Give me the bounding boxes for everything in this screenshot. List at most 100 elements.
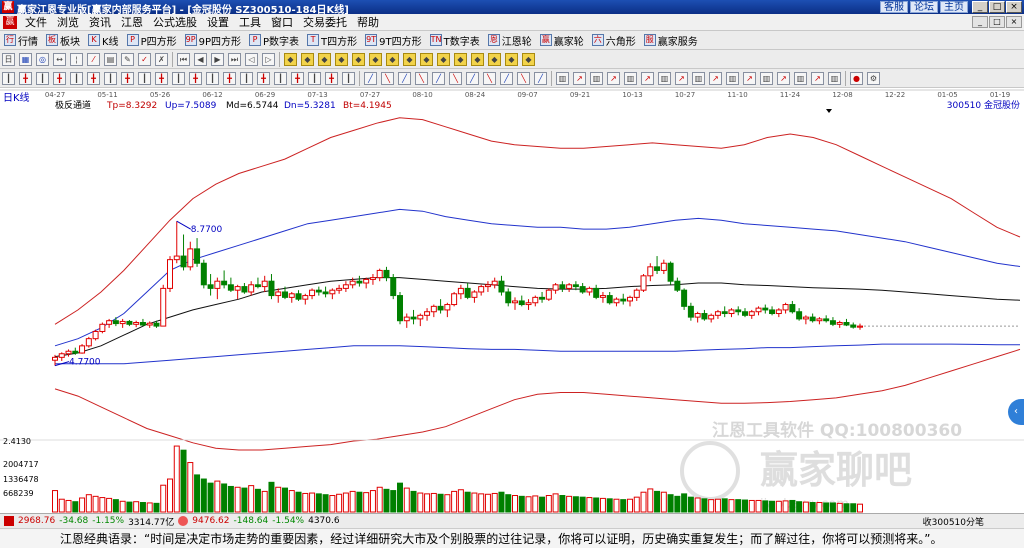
- table-tool-11-icon[interactable]: ▥: [726, 71, 739, 85]
- tb-hexagon-button[interactable]: 六六角形: [588, 32, 640, 49]
- bar-tool-11-icon[interactable]: ┃: [172, 71, 185, 85]
- gann-tool-9-icon[interactable]: ◆: [420, 52, 433, 66]
- tb-kline-button[interactable]: K K线: [84, 32, 123, 49]
- first-page-icon[interactable]: ⏮: [177, 52, 190, 66]
- bar-tool-2-icon[interactable]: ╋: [19, 71, 32, 85]
- forum-link[interactable]: 论坛: [910, 1, 938, 13]
- menu-file[interactable]: 文件: [20, 14, 52, 30]
- step-forward-icon[interactable]: ▷: [262, 52, 275, 66]
- tb-t-table-button[interactable]: TN T数字表: [426, 32, 484, 49]
- menu-formula-picker[interactable]: 公式选股: [148, 14, 202, 30]
- bar-tool-21-icon[interactable]: ┃: [342, 71, 355, 85]
- bar-tool-15-icon[interactable]: ┃: [240, 71, 253, 85]
- trend-tool-11-icon[interactable]: ╱: [534, 71, 547, 85]
- menu-tools[interactable]: 工具: [234, 14, 266, 30]
- maximize-button[interactable]: □: [989, 1, 1005, 13]
- bar-tool-5-icon[interactable]: ┃: [70, 71, 83, 85]
- vertical-line-icon[interactable]: ¦: [70, 52, 83, 66]
- mdi-close-button[interactable]: ×: [1006, 16, 1022, 28]
- table-tool-14-icon[interactable]: ↗: [777, 71, 790, 85]
- table-tool-5-icon[interactable]: ▥: [624, 71, 637, 85]
- table-tool-12-icon[interactable]: ↗: [743, 71, 756, 85]
- gann-tool-11-icon[interactable]: ◆: [454, 52, 467, 66]
- table-tool-9-icon[interactable]: ▥: [692, 71, 705, 85]
- trend-tool-4-icon[interactable]: ╲: [415, 71, 428, 85]
- table-tool-15-icon[interactable]: ▥: [794, 71, 807, 85]
- tick-detail-label[interactable]: 收300510分笔: [923, 515, 984, 528]
- bar-tool-20-icon[interactable]: ╋: [325, 71, 338, 85]
- tb-sector-button[interactable]: 板板块: [42, 32, 84, 49]
- trend-tool-6-icon[interactable]: ╲: [449, 71, 462, 85]
- tb-p-table-button[interactable]: P P数字表: [245, 32, 303, 49]
- bar-tool-16-icon[interactable]: ╋: [257, 71, 270, 85]
- chart-area[interactable]: 04-27 05-11 05-26 06-12 06-29 07-13 07-27 08-10…: [0, 88, 1024, 513]
- gann-tool-13-icon[interactable]: ◆: [488, 52, 501, 66]
- menu-help[interactable]: 帮助: [352, 14, 384, 30]
- settings-tool-icon[interactable]: ⚙: [867, 71, 880, 85]
- gann-tool-2-icon[interactable]: ◆: [301, 52, 314, 66]
- bar-tool-12-icon[interactable]: ╋: [189, 71, 202, 85]
- bar-tool-1-icon[interactable]: ┃: [2, 71, 15, 85]
- last-page-icon[interactable]: ⏭: [228, 52, 241, 66]
- bar-tool-8-icon[interactable]: ╋: [121, 71, 134, 85]
- gann-tool-10-icon[interactable]: ◆: [437, 52, 450, 66]
- trend-tool-3-icon[interactable]: ╱: [398, 71, 411, 85]
- tb-t-square-button[interactable]: T T四方形: [303, 32, 361, 49]
- table-tool-7-icon[interactable]: ▥: [658, 71, 671, 85]
- tb-winner-wheel-button[interactable]: 赢赢家轮: [536, 32, 588, 49]
- tb-winner-service-button[interactable]: 服赢家服务: [640, 32, 702, 49]
- menu-browse[interactable]: 浏览: [52, 14, 84, 30]
- draw-tool-icon[interactable]: ✎: [121, 52, 134, 66]
- trend-tool-9-icon[interactable]: ╱: [500, 71, 513, 85]
- step-back-icon[interactable]: ◁: [245, 52, 258, 66]
- day-period-icon[interactable]: 日: [2, 52, 15, 66]
- menu-news[interactable]: 资讯: [84, 14, 116, 30]
- minimize-button[interactable]: _: [972, 1, 988, 13]
- trend-tool-1-icon[interactable]: ╱: [364, 71, 377, 85]
- mdi-restore-button[interactable]: □: [989, 16, 1005, 28]
- bar-tool-14-icon[interactable]: ╋: [223, 71, 236, 85]
- table-tool-4-icon[interactable]: ↗: [607, 71, 620, 85]
- cursor-icon[interactable]: ↔: [53, 52, 66, 66]
- table-tool-1-icon[interactable]: ▥: [556, 71, 569, 85]
- bar-tool-13-icon[interactable]: ┃: [206, 71, 219, 85]
- trend-tool-7-icon[interactable]: ╱: [466, 71, 479, 85]
- table-tool-16-icon[interactable]: ↗: [811, 71, 824, 85]
- bar-tool-19-icon[interactable]: ┃: [308, 71, 321, 85]
- next-page-icon[interactable]: ▶: [211, 52, 224, 66]
- menu-gann[interactable]: 江恩: [116, 14, 148, 30]
- bar-tool-6-icon[interactable]: ╋: [87, 71, 100, 85]
- trend-tool-2-icon[interactable]: ╲: [381, 71, 394, 85]
- bar-tool-3-icon[interactable]: ┃: [36, 71, 49, 85]
- tb-gann-wheel-button[interactable]: 恩江恩轮: [484, 32, 536, 49]
- close-button[interactable]: ×: [1006, 1, 1022, 13]
- table-tool-8-icon[interactable]: ↗: [675, 71, 688, 85]
- gann-tool-6-icon[interactable]: ◆: [369, 52, 382, 66]
- gann-tool-5-icon[interactable]: ◆: [352, 52, 365, 66]
- tb-9t-square-button[interactable]: 9T 9T四方形: [361, 32, 425, 49]
- table-tool-6-icon[interactable]: ↗: [641, 71, 654, 85]
- bar-tool-10-icon[interactable]: ╋: [155, 71, 168, 85]
- prev-page-icon[interactable]: ◀: [194, 52, 207, 66]
- chart-type-icon[interactable]: ▦: [19, 52, 32, 66]
- zoom-icon[interactable]: ◎: [36, 52, 49, 66]
- table-tool-2-icon[interactable]: ↗: [573, 71, 586, 85]
- trend-tool-8-icon[interactable]: ╲: [483, 71, 496, 85]
- tb-p-square-button[interactable]: P P四方形: [123, 32, 181, 49]
- bar-tool-7-icon[interactable]: ┃: [104, 71, 117, 85]
- gann-tool-7-icon[interactable]: ◆: [386, 52, 399, 66]
- menu-trade[interactable]: 交易委托: [298, 14, 352, 30]
- gann-tool-4-icon[interactable]: ◆: [335, 52, 348, 66]
- line-tool-icon[interactable]: ⁄: [87, 52, 100, 66]
- bar-tool-18-icon[interactable]: ╋: [291, 71, 304, 85]
- bar-tool-4-icon[interactable]: ╋: [53, 71, 66, 85]
- chart-dropdown-arrow-icon[interactable]: [826, 109, 832, 113]
- tb-quotes-button[interactable]: 行行情: [0, 32, 42, 49]
- table-tool-10-icon[interactable]: ↗: [709, 71, 722, 85]
- homepage-link[interactable]: 主页: [940, 1, 968, 13]
- gann-tool-1-icon[interactable]: ◆: [284, 52, 297, 66]
- mdi-minimize-button[interactable]: _: [972, 16, 988, 28]
- customer-service-link[interactable]: 客服: [880, 1, 908, 13]
- color-wheel-icon[interactable]: ●: [850, 71, 863, 85]
- table-tool-3-icon[interactable]: ▥: [590, 71, 603, 85]
